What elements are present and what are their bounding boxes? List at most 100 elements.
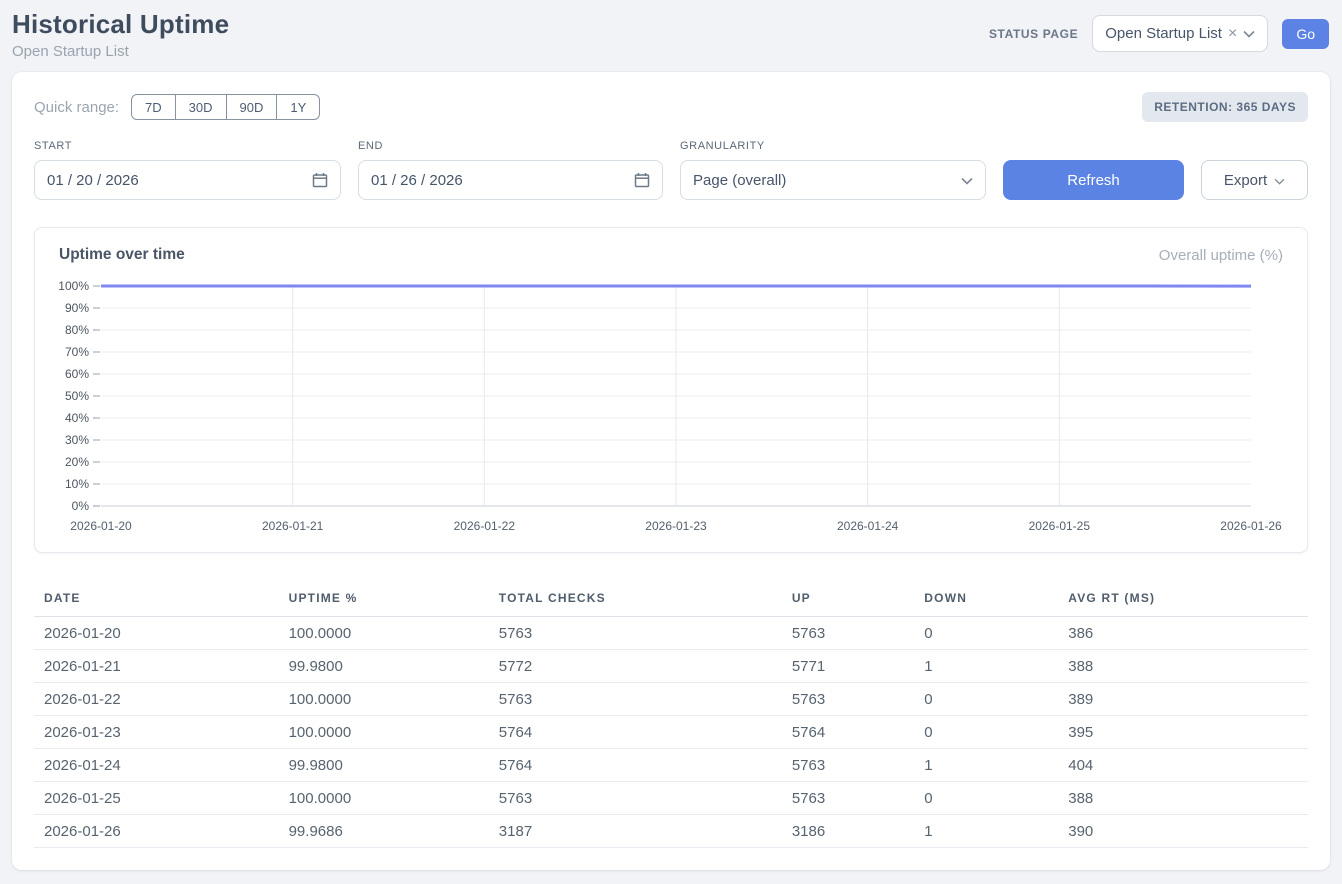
table-cell: 1	[914, 749, 1058, 782]
x-tick-label: 2026-01-23	[645, 519, 707, 533]
table-cell: 99.9686	[279, 815, 489, 848]
column-header: TOTAL CHECKS	[489, 581, 782, 617]
table-cell: 99.9800	[279, 749, 489, 782]
y-tick-label: 10%	[65, 477, 89, 491]
column-header: UPTIME %	[279, 581, 489, 617]
y-tick-label: 60%	[65, 367, 89, 381]
table-cell: 5763	[782, 749, 914, 782]
table-row: 2026-01-2199.9800577257711388	[34, 650, 1308, 683]
table-cell: 5764	[782, 716, 914, 749]
table-row: 2026-01-20100.0000576357630386	[34, 617, 1308, 650]
chart-card: Uptime over time Overall uptime (%) 0% 10…	[34, 227, 1308, 553]
controls-row: START 01 / 20 / 2026 END 01 / 26 / 2026 …	[34, 140, 1308, 200]
page-heading: Historical Uptime Open Startup List	[12, 9, 229, 60]
table-cell: 404	[1058, 749, 1308, 782]
quick-range-1y[interactable]: 1Y	[276, 94, 320, 120]
table-cell: 2026-01-20	[34, 617, 279, 650]
calendar-icon[interactable]	[634, 172, 650, 188]
table-cell: 386	[1058, 617, 1308, 650]
quick-range-label: Quick range:	[34, 99, 119, 116]
table-cell: 0	[914, 617, 1058, 650]
column-header: AVG RT (MS)	[1058, 581, 1308, 617]
status-page-value: Open Startup List	[1105, 25, 1222, 42]
x-tick-label: 2026-01-21	[262, 519, 324, 533]
table-head: DATEUPTIME %TOTAL CHECKSUPDOWNAVG RT (MS…	[34, 581, 1308, 617]
table-cell: 5771	[782, 650, 914, 683]
status-page-select[interactable]: Open Startup List ×	[1092, 15, 1268, 52]
table-cell: 0	[914, 716, 1058, 749]
quick-range-group: 7D30D90D1Y	[131, 94, 320, 120]
column-header: DATE	[34, 581, 279, 617]
y-tick-label: 80%	[65, 323, 89, 337]
x-tick-label: 2026-01-22	[454, 519, 516, 533]
main-card: Quick range: 7D30D90D1Y RETENTION: 365 D…	[12, 72, 1330, 870]
y-tick-label: 90%	[65, 301, 89, 315]
table-cell: 2026-01-24	[34, 749, 279, 782]
table-cell: 5763	[489, 782, 782, 815]
table-cell: 100.0000	[279, 683, 489, 716]
y-tick-label: 50%	[65, 389, 89, 403]
header-right: STATUS PAGE Open Startup List × Go	[989, 15, 1329, 52]
table-cell: 3187	[489, 815, 782, 848]
table-cell: 5763	[782, 683, 914, 716]
start-date-value: 01 / 20 / 2026	[47, 172, 139, 189]
page-title: Historical Uptime	[12, 9, 229, 40]
start-date-input[interactable]: 01 / 20 / 2026	[34, 160, 341, 200]
table-row: 2026-01-22100.0000576357630389	[34, 683, 1308, 716]
table-cell: 1	[914, 815, 1058, 848]
granularity-select[interactable]: Page (overall)	[680, 160, 986, 200]
page-subtitle: Open Startup List	[12, 43, 229, 60]
table-cell: 2026-01-26	[34, 815, 279, 848]
table-cell: 2026-01-23	[34, 716, 279, 749]
x-tick-label: 2026-01-25	[1029, 519, 1091, 533]
y-tick-label: 20%	[65, 455, 89, 469]
chart-legend: Overall uptime (%)	[1159, 247, 1283, 264]
table-cell: 388	[1058, 782, 1308, 815]
export-button[interactable]: Export	[1201, 160, 1308, 200]
refresh-button[interactable]: Refresh	[1003, 160, 1184, 200]
status-page-label: STATUS PAGE	[989, 27, 1078, 41]
table-cell: 5763	[782, 617, 914, 650]
table-row: 2026-01-23100.0000576457640395	[34, 716, 1308, 749]
table-row: 2026-01-2499.9800576457631404	[34, 749, 1308, 782]
table-cell: 2026-01-25	[34, 782, 279, 815]
table-cell: 0	[914, 683, 1058, 716]
table-cell: 1	[914, 650, 1058, 683]
quick-range-7d[interactable]: 7D	[131, 94, 176, 120]
granularity-value: Page (overall)	[693, 172, 786, 189]
table-cell: 3186	[782, 815, 914, 848]
table-cell: 395	[1058, 716, 1308, 749]
chart-header: Uptime over time Overall uptime (%)	[59, 246, 1283, 264]
table-cell: 0	[914, 782, 1058, 815]
x-tick-label: 2026-01-24	[837, 519, 899, 533]
column-header: DOWN	[914, 581, 1058, 617]
granularity-label: GRANULARITY	[680, 140, 986, 152]
granularity-field: GRANULARITY Page (overall)	[680, 140, 986, 200]
end-date-input[interactable]: 01 / 26 / 2026	[358, 160, 663, 200]
quick-range-30d[interactable]: 30D	[175, 94, 227, 120]
y-tick-label: 40%	[65, 411, 89, 425]
uptime-chart: 0%10%20%30%40%50%60%70%80%90%100%2026-01…	[59, 274, 1285, 542]
uptime-table: DATEUPTIME %TOTAL CHECKSUPDOWNAVG RT (MS…	[34, 581, 1308, 848]
table-cell: 5764	[489, 749, 782, 782]
table-cell: 5764	[489, 716, 782, 749]
table-header-row: DATEUPTIME %TOTAL CHECKSUPDOWNAVG RT (MS…	[34, 581, 1308, 617]
calendar-icon[interactable]	[312, 172, 328, 188]
y-tick-label: 100%	[59, 279, 89, 293]
table-cell: 389	[1058, 683, 1308, 716]
table-cell: 5763	[782, 782, 914, 815]
retention-badge: RETENTION: 365 DAYS	[1142, 92, 1308, 122]
chart-title: Uptime over time	[59, 246, 185, 264]
x-tick-label: 2026-01-20	[70, 519, 132, 533]
table-cell: 390	[1058, 815, 1308, 848]
y-tick-label: 0%	[72, 499, 90, 513]
y-tick-label: 70%	[65, 345, 89, 359]
chevron-down-icon	[1274, 172, 1285, 189]
export-label: Export	[1224, 172, 1267, 189]
start-date-field: START 01 / 20 / 2026	[34, 140, 341, 200]
table-row: 2026-01-25100.0000576357630388	[34, 782, 1308, 815]
go-button[interactable]: Go	[1282, 19, 1329, 49]
start-label: START	[34, 140, 341, 152]
clear-icon[interactable]: ×	[1228, 26, 1237, 42]
quick-range-90d[interactable]: 90D	[226, 94, 278, 120]
